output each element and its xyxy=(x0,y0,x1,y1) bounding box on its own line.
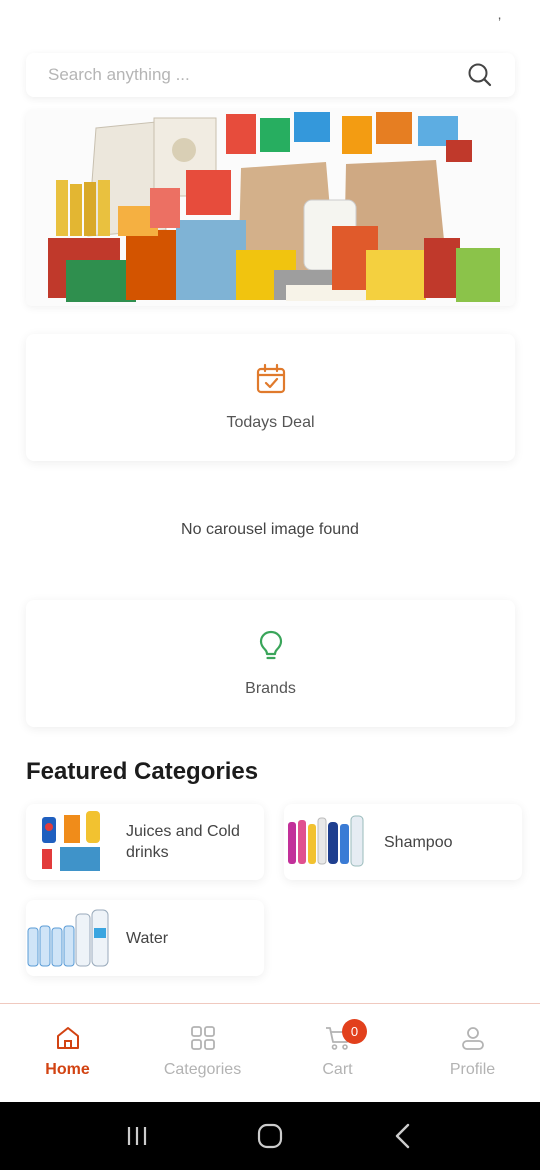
search-input[interactable] xyxy=(48,65,428,85)
lightbulb-icon xyxy=(255,629,287,666)
nav-cart-label: Cart xyxy=(322,1061,353,1078)
category-name: Juices and Cold drinks xyxy=(126,823,240,861)
category-tile-shampoo[interactable]: Shampoo xyxy=(284,804,522,880)
search-bar[interactable] xyxy=(26,53,515,97)
system-navigation-bar xyxy=(0,1102,540,1170)
category-name: Water xyxy=(126,929,169,947)
carousel-empty-message: No carousel image found xyxy=(181,521,359,538)
todays-deal-card[interactable]: Todays Deal xyxy=(26,334,515,461)
nav-home-label: Home xyxy=(45,1061,90,1078)
home-button-icon[interactable] xyxy=(250,1116,290,1156)
category-name: Shampoo xyxy=(384,833,453,851)
nav-cart[interactable]: 0 Cart xyxy=(270,1004,405,1102)
category-tile-juices[interactable]: Juices and Cold drinks xyxy=(26,804,264,880)
grocery-banner-image xyxy=(26,110,515,306)
nav-profile-label: Profile xyxy=(449,1061,496,1078)
brands-label: Brands xyxy=(245,680,296,697)
search-icon[interactable] xyxy=(467,62,493,88)
cart-count-badge: 0 xyxy=(342,1019,367,1044)
recents-icon[interactable] xyxy=(117,1116,157,1156)
nav-categories[interactable]: Categories xyxy=(135,1004,270,1102)
todays-deal-label: Todays Deal xyxy=(226,414,315,431)
brands-card[interactable]: Brands xyxy=(26,600,515,727)
grid-icon xyxy=(189,1024,217,1052)
nav-home[interactable]: Home xyxy=(0,1004,135,1102)
category-tile-water[interactable]: Water xyxy=(26,900,264,976)
calendar-check-icon xyxy=(255,363,287,400)
shampoo-thumbnail xyxy=(284,804,368,880)
nav-profile[interactable]: Profile xyxy=(405,1004,540,1102)
profile-icon xyxy=(459,1024,487,1052)
back-icon[interactable] xyxy=(383,1116,423,1156)
water-thumbnail xyxy=(26,900,110,976)
featured-categories-title: Featured Categories xyxy=(26,758,259,785)
bottom-navigation: Home Categories 0 Cart Profile xyxy=(0,1003,540,1102)
nav-categories-label: Categories xyxy=(163,1061,242,1078)
juices-thumbnail xyxy=(26,804,110,880)
status-indicator: ’ xyxy=(498,14,502,30)
home-icon xyxy=(54,1024,82,1052)
grocery-banner[interactable] xyxy=(26,110,515,306)
